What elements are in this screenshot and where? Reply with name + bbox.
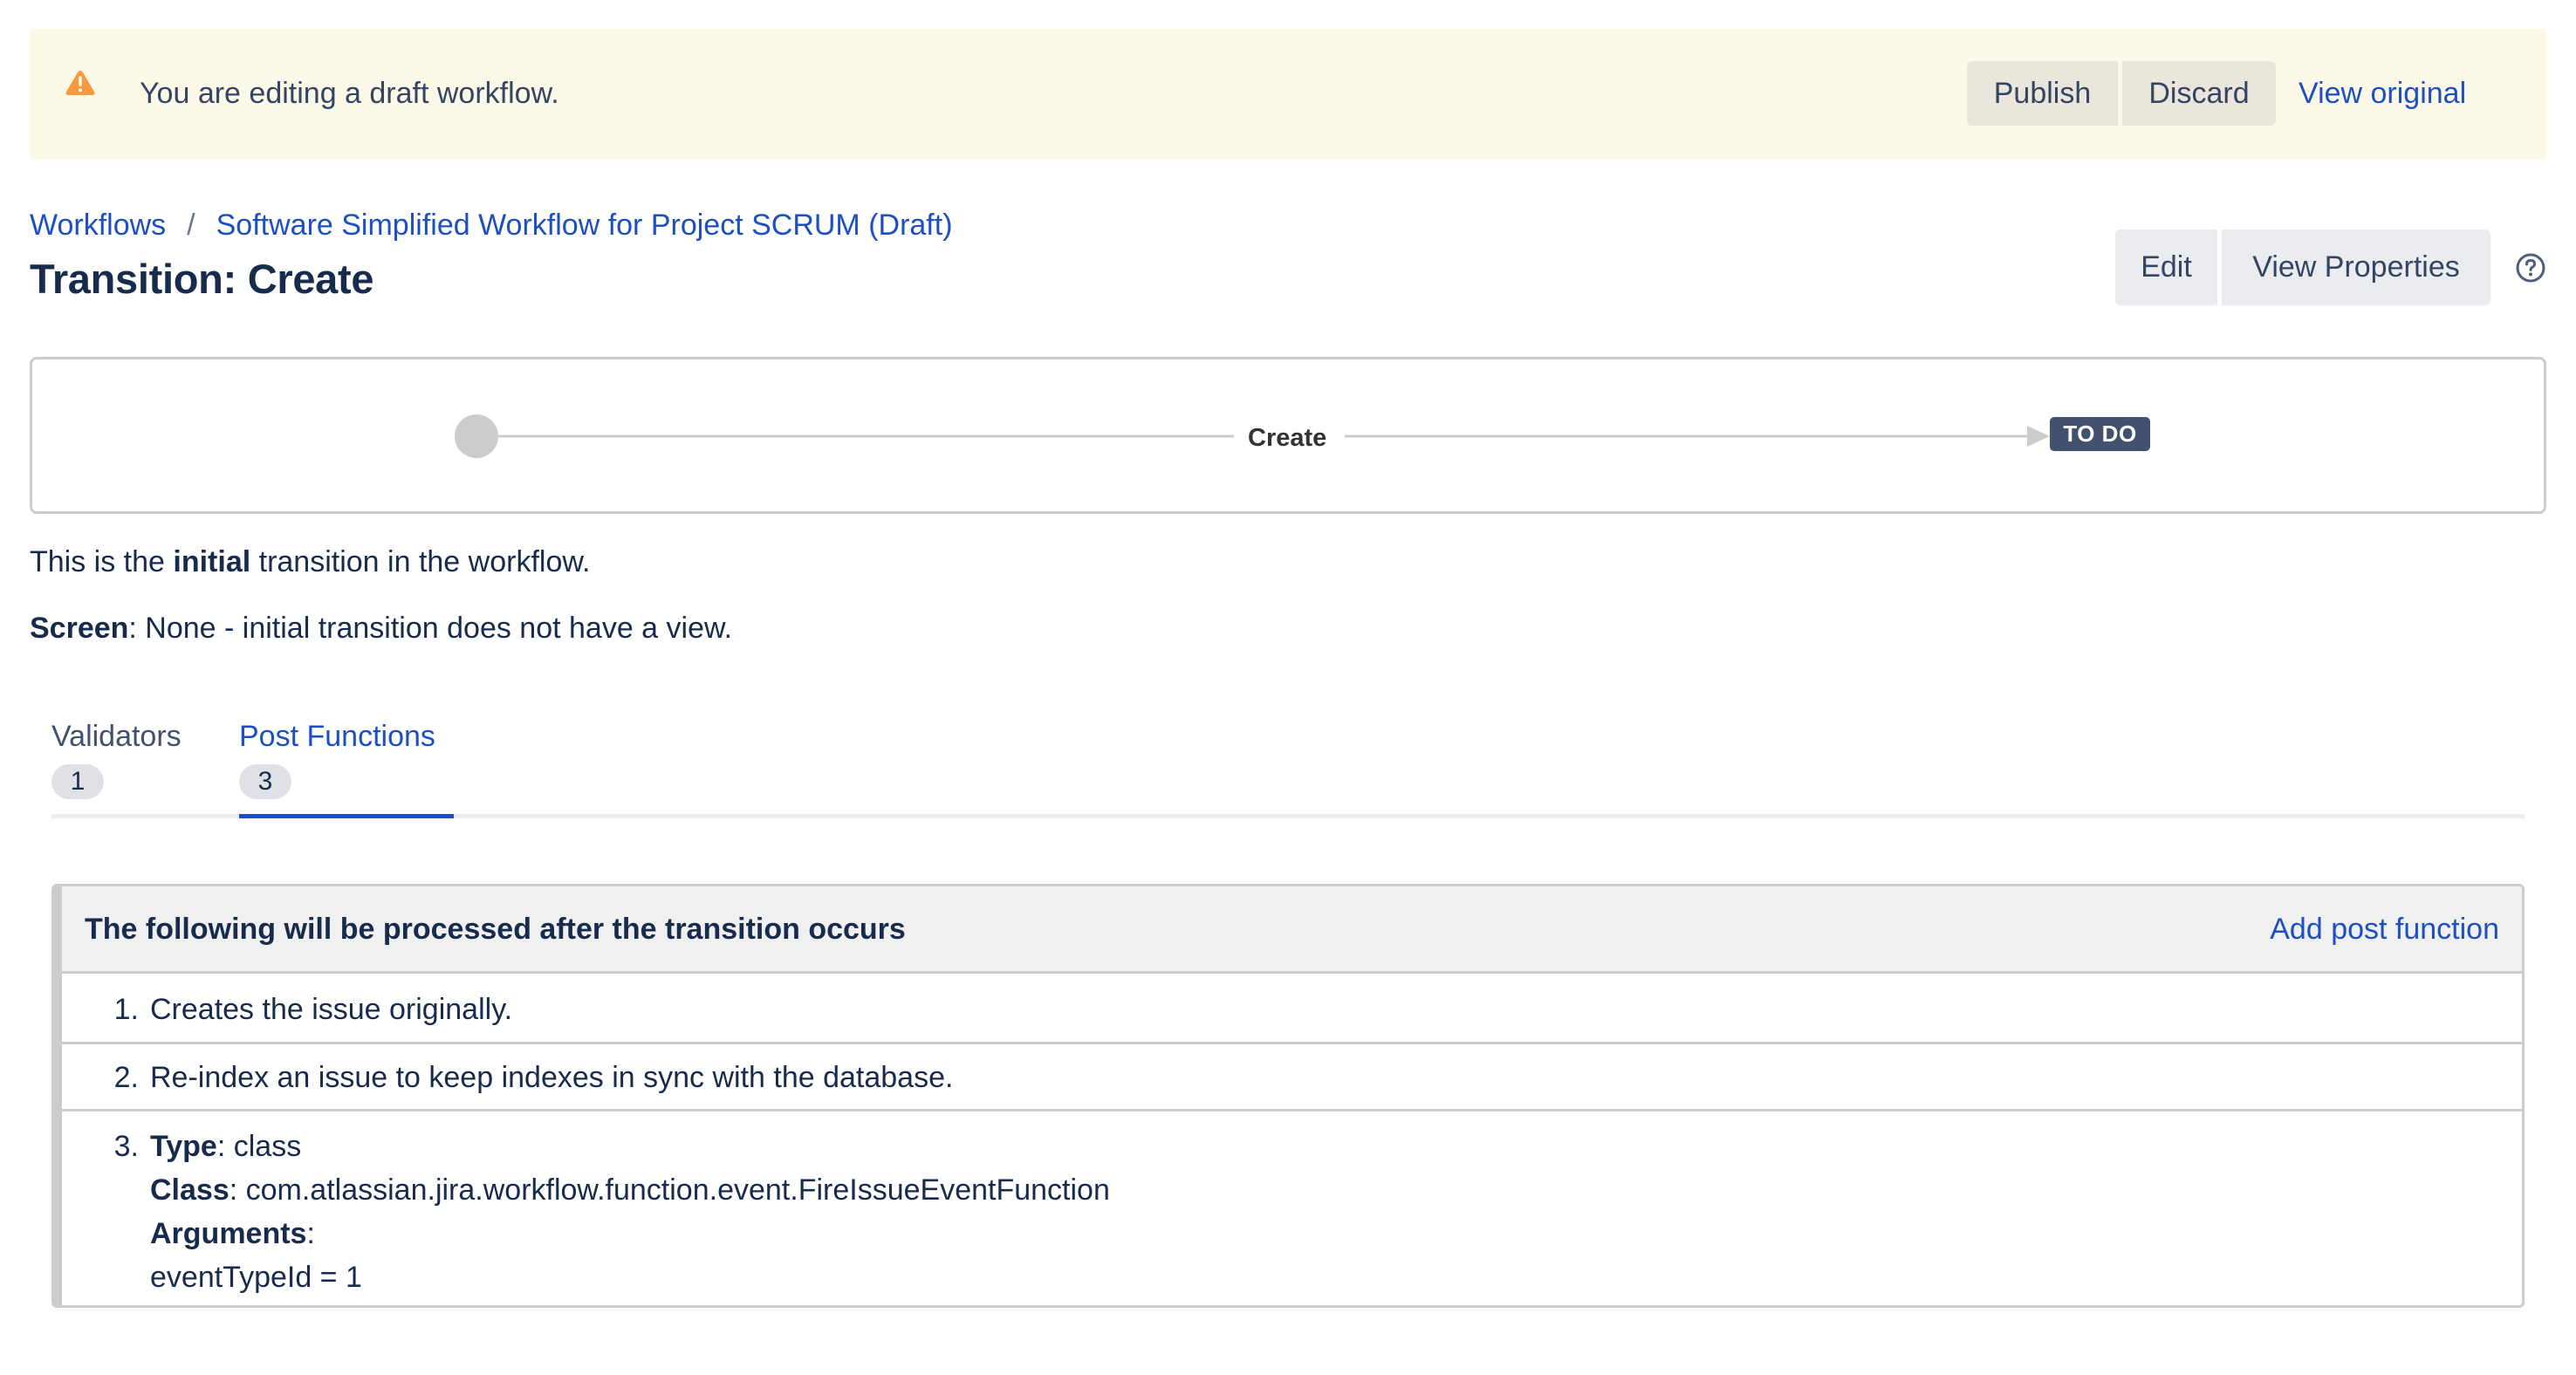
initial-transition-note: This is the initial transition in the wo…: [30, 543, 590, 581]
active-tab-indicator: [239, 814, 454, 818]
post-functions-heading: The following will be processed after th…: [85, 913, 906, 946]
transition-diagram: Create TO DO: [30, 357, 2546, 514]
tab-validators-count: 1: [51, 764, 104, 799]
class-value: : com.atlassian.jira.workflow.function.e…: [229, 1173, 1110, 1207]
item-arguments: Arguments:: [150, 1214, 315, 1253]
draft-warning-banner: You are editing a draft workflow. Publis…: [30, 29, 2546, 160]
edit-button[interactable]: Edit: [2115, 229, 2217, 305]
tab-validators[interactable]: Validators 1: [51, 717, 182, 799]
initial-state-node: [455, 414, 498, 458]
screen-label: Screen: [30, 612, 129, 645]
item-type: Type: class: [150, 1127, 301, 1166]
post-functions-header: The following will be processed after th…: [62, 886, 2522, 974]
view-properties-button[interactable]: View Properties: [2222, 229, 2490, 305]
tab-post-functions[interactable]: Post Functions 3: [239, 717, 435, 799]
item-number: 3.: [113, 1130, 139, 1163]
type-value: : class: [216, 1130, 302, 1163]
help-icon[interactable]: [2515, 252, 2546, 284]
add-post-function-link[interactable]: Add post function: [2270, 910, 2499, 948]
item-number: 1.: [113, 993, 139, 1026]
list-item: 1. Creates the issue originally.: [62, 976, 2522, 1044]
tab-post-functions-label: Post Functions: [239, 720, 435, 753]
status-badge-todo[interactable]: TO DO: [2050, 417, 2150, 451]
breadcrumb-workflows[interactable]: Workflows: [30, 209, 166, 242]
tab-validators-label: Validators: [51, 720, 182, 753]
type-label: Type: [150, 1130, 217, 1163]
breadcrumb: Workflows / Software Simplified Workflow f…: [30, 206, 953, 244]
note-prefix: This is the: [30, 545, 174, 578]
item-argument-value: eventTypeId = 1: [150, 1261, 362, 1294]
item-text: Re-index an issue to keep indexes in syn…: [150, 1061, 954, 1094]
arguments-label: Arguments: [150, 1217, 307, 1250]
post-functions-panel: The following will be processed after th…: [51, 884, 2525, 1308]
breadcrumb-workflow-draft[interactable]: Software Simplified Workflow for Project…: [216, 209, 953, 242]
draft-message: You are editing a draft workflow.: [140, 77, 559, 110]
view-original-link[interactable]: View original: [2299, 74, 2466, 113]
breadcrumb-separator: /: [187, 209, 195, 242]
list-item: 2. Re-index an issue to keep indexes in …: [62, 1044, 2522, 1112]
screen-value: : None - initial transition does not hav…: [128, 612, 733, 645]
discard-button[interactable]: Discard: [2122, 61, 2276, 126]
tab-post-functions-count: 3: [239, 764, 291, 799]
screen-info: Screen: None - initial transition does n…: [30, 609, 732, 647]
item-text: Creates the issue originally.: [150, 993, 513, 1026]
item-class: Class: com.atlassian.jira.workflow.funct…: [150, 1171, 1110, 1209]
arguments-colon: :: [306, 1217, 315, 1250]
list-item: 3. Type: class Class: com.atlassian.jira…: [62, 1112, 2522, 1305]
class-label: Class: [150, 1173, 230, 1207]
transition-label[interactable]: Create: [1248, 422, 1326, 454]
page-title: Transition: Create: [30, 256, 374, 302]
item-number: 2.: [113, 1061, 139, 1094]
publish-button[interactable]: Publish: [1967, 61, 2118, 126]
note-bold: initial: [173, 545, 251, 578]
note-suffix: transition in the workflow.: [250, 545, 591, 578]
warning-icon: [65, 71, 95, 95]
arrowhead-icon: [2027, 426, 2050, 447]
